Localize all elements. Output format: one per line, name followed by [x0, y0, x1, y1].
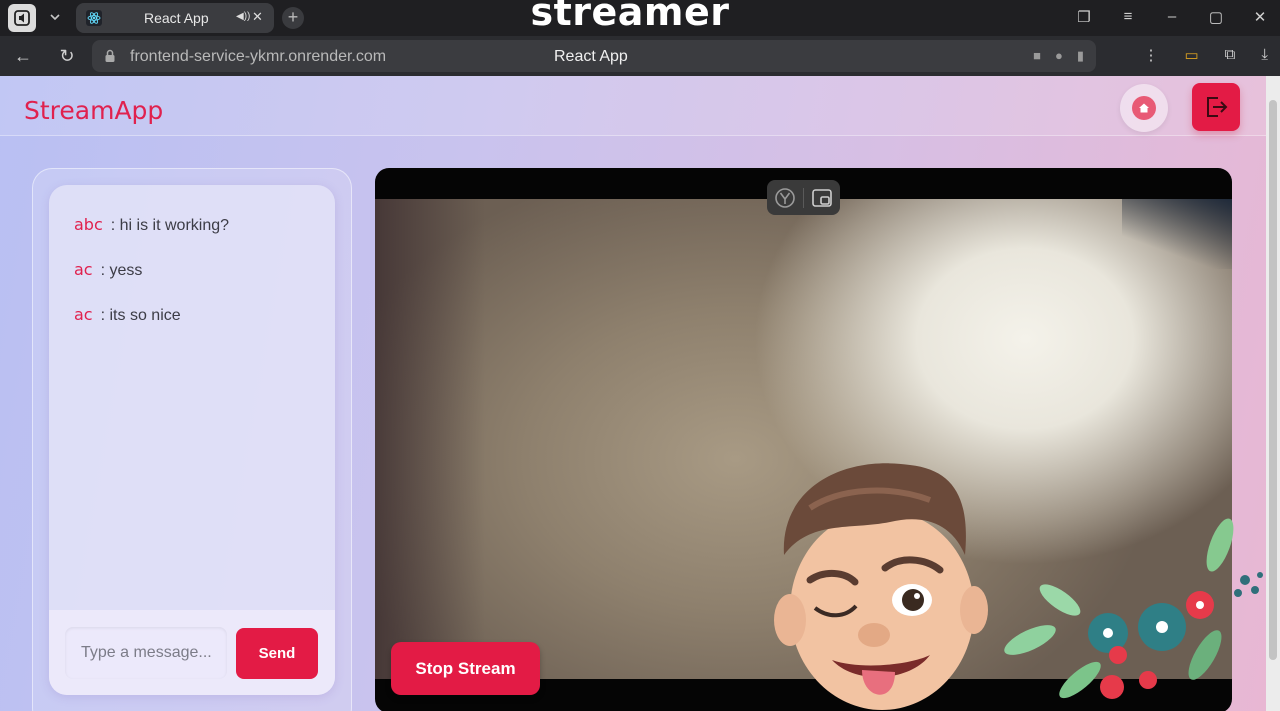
camera-icon[interactable]: ■	[1033, 48, 1041, 64]
picture-in-picture-icon[interactable]	[811, 187, 833, 209]
send-button[interactable]: Send	[236, 628, 318, 679]
tab-title: React App	[144, 10, 209, 26]
chat-text: : hi is it working?	[110, 217, 230, 234]
page-title: React App	[554, 48, 628, 65]
restore-icon[interactable]: ▢	[1206, 8, 1226, 26]
app-logo[interactable]: StreamApp	[24, 96, 163, 125]
chat-input-bar: Send	[49, 610, 335, 695]
chat-text: : its so nice	[100, 307, 181, 324]
extensions-icon[interactable]: ⧉	[1225, 46, 1236, 64]
message-input[interactable]	[65, 627, 227, 679]
chevron-down-icon	[50, 14, 60, 21]
browser-tab[interactable]: React App ◀))	[76, 3, 274, 33]
address-bar-row: ← ↻ frontend-service-ykmr.onrender.com R…	[0, 36, 1280, 76]
video-overlay-toolbar	[767, 180, 840, 215]
chat-username: abc	[74, 215, 103, 234]
toolbar-right-icons: ⋮ ▭ ⧉ ⤓	[1143, 46, 1268, 64]
logout-button[interactable]	[1192, 83, 1240, 131]
scrollbar-thumb[interactable]	[1269, 100, 1277, 660]
video-shadow	[375, 199, 485, 679]
chat-text: : yess	[100, 262, 143, 279]
url-text: frontend-service-ykmr.onrender.com	[130, 48, 387, 65]
video-corner-shadow	[1122, 199, 1232, 269]
minimize-icon[interactable]: –	[1162, 8, 1182, 26]
chat-panel: abc : hi is it working? ac : yess ac : its …	[32, 168, 352, 711]
menu-icon[interactable]: ≡	[1118, 8, 1138, 26]
bookmark-icon[interactable]: ▮	[1077, 48, 1084, 64]
memoji-sticker	[774, 463, 988, 710]
lock-icon	[105, 49, 115, 62]
close-window-icon[interactable]: ✕	[1250, 8, 1270, 26]
battery-icon[interactable]: ▭	[1184, 46, 1198, 64]
window-controls: ❐ ≡ – ▢ ✕	[1074, 8, 1270, 26]
address-bar[interactable]: frontend-service-ykmr.onrender.com React…	[92, 40, 1096, 72]
chat-username: ac	[74, 305, 93, 324]
yandex-icon[interactable]	[774, 187, 796, 209]
chat-message: ac : yess	[74, 260, 142, 280]
tab-close-icon[interactable]: ✕	[252, 9, 263, 25]
chat-message: ac : its so nice	[74, 305, 181, 325]
back-button[interactable]: ←	[12, 45, 34, 67]
chat-message: abc : hi is it working?	[74, 215, 229, 235]
app-header: StreamApp	[0, 76, 1266, 136]
tab-audio-icon[interactable]: ◀))	[236, 11, 250, 22]
download-icon[interactable]: ⤓	[1261, 46, 1268, 64]
logout-icon	[1207, 97, 1228, 117]
collections-icon[interactable]: ❐	[1074, 8, 1094, 26]
home-button[interactable]	[1120, 84, 1168, 132]
home-icon	[1132, 96, 1156, 120]
browser-tab-bar: React App ◀)) ✕ + streamer ❐ ≡ – ▢ ✕	[0, 0, 1280, 36]
tab-list-dropdown[interactable]	[44, 6, 66, 28]
chat-card: abc : hi is it working? ac : yess ac : its …	[49, 185, 335, 695]
chat-username: ac	[74, 260, 93, 279]
address-bar-icons: ■ ● ▮	[1033, 48, 1084, 64]
more-menu-icon[interactable]: ⋮	[1143, 46, 1158, 64]
microphone-icon[interactable]: ●	[1055, 48, 1063, 64]
react-favicon-icon	[86, 10, 102, 26]
sidebar-toggle-button[interactable]	[8, 4, 36, 32]
new-tab-button[interactable]: +	[282, 7, 304, 29]
reload-button[interactable]: ↻	[56, 45, 78, 67]
flower-sticker	[1004, 518, 1263, 699]
sidebar-icon	[14, 10, 30, 26]
stop-stream-button[interactable]: Stop Stream	[391, 642, 540, 695]
toolbar-separator	[802, 187, 804, 208]
